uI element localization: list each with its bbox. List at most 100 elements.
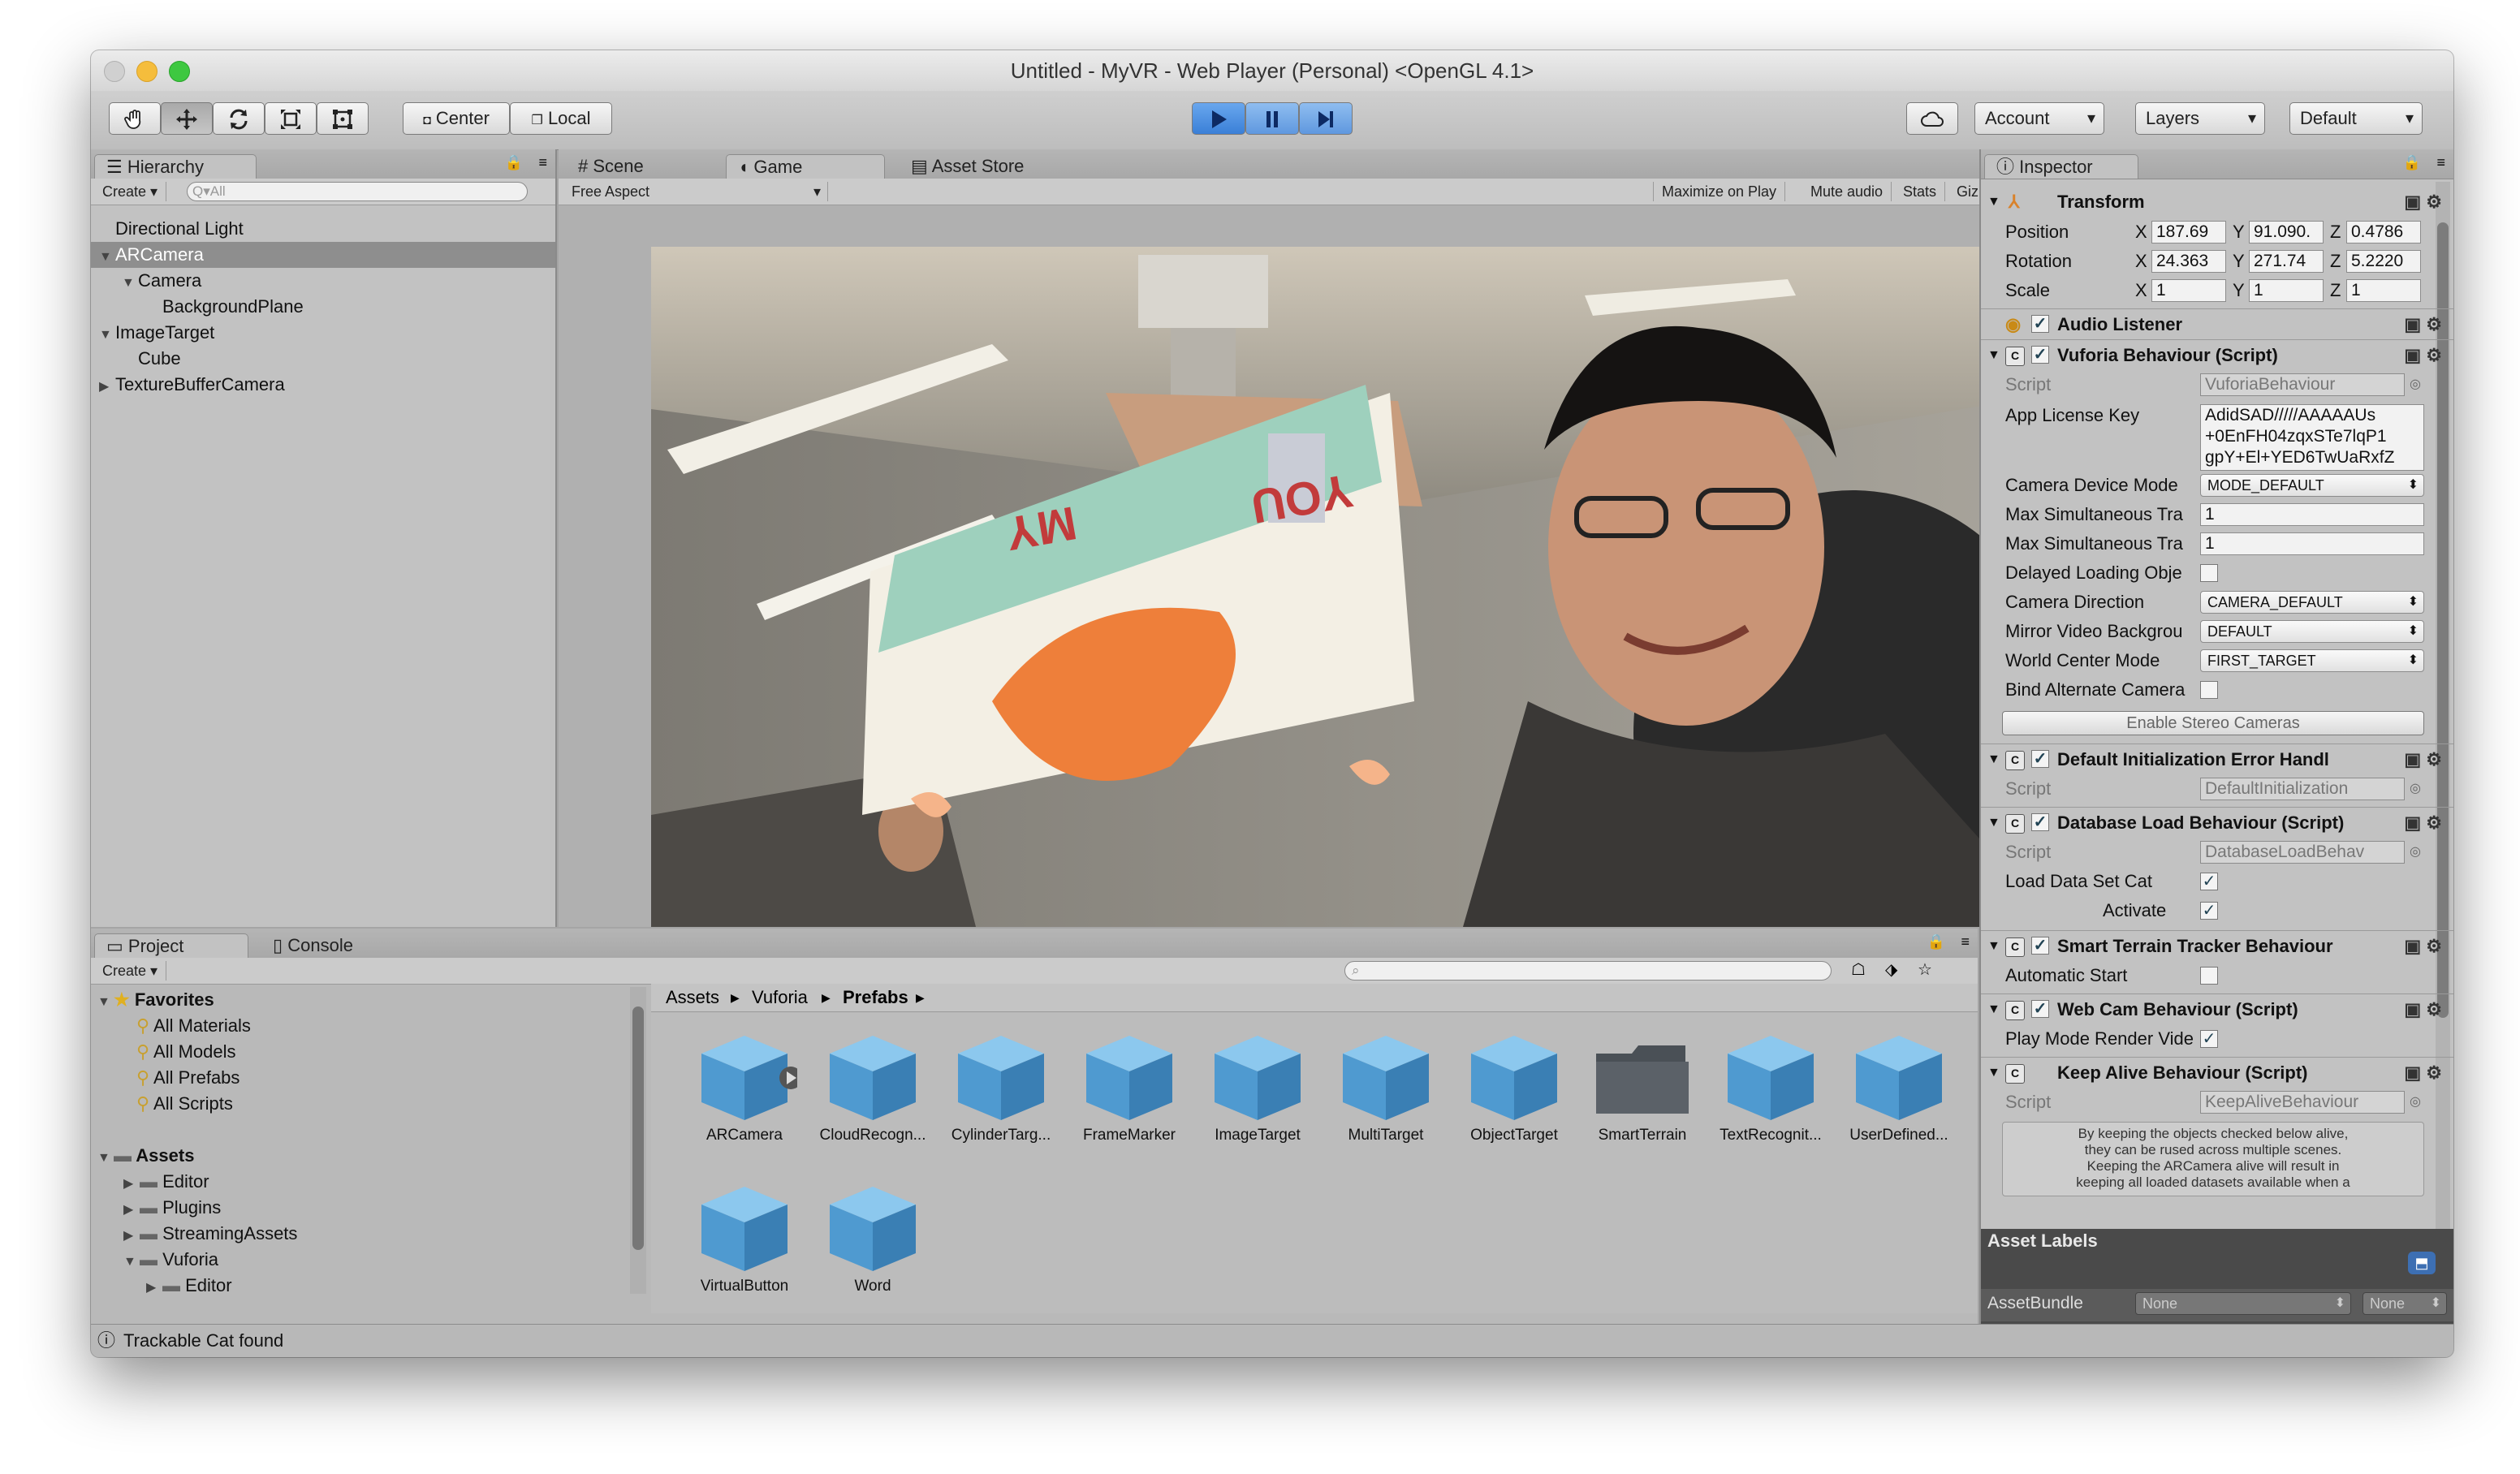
layers-dropdown[interactable]: Layers bbox=[2135, 102, 2265, 135]
bind-alt-camera-checkbox[interactable] bbox=[2200, 681, 2218, 699]
max-sim-trackers-field[interactable]: 1 bbox=[2200, 532, 2424, 555]
smart-terrain-enabled-checkbox[interactable]: ✓ bbox=[2031, 937, 2049, 955]
license-key-textarea[interactable]: AdidSAD/////AAAAAUs +0EnFH04zqxSTe7lqP1 … bbox=[2200, 404, 2424, 471]
camera-device-mode-dropdown[interactable]: MODE_DEFAULT bbox=[2200, 474, 2424, 497]
default-init-script-field[interactable]: DefaultInitialization bbox=[2200, 778, 2405, 800]
panel-menu-icon[interactable]: ≡ bbox=[1961, 933, 1970, 950]
load-dataset-checkbox[interactable]: ✓ bbox=[2200, 873, 2218, 890]
rotation-y-field[interactable]: 271.74 bbox=[2249, 250, 2324, 273]
panel-menu-icon[interactable]: ≡ bbox=[538, 154, 547, 171]
component-settings-icons[interactable]: ▣ ⚙ bbox=[2404, 340, 2442, 371]
prefab-asset[interactable]: UserDefined... bbox=[1838, 1029, 1960, 1144]
hierarchy-item-selected[interactable]: ▼ ARCamera bbox=[91, 242, 555, 268]
aspect-dropdown[interactable]: Free Aspect ▾ bbox=[563, 182, 828, 201]
rotation-z-field[interactable]: 5.2220 bbox=[2346, 250, 2421, 273]
object-picker-icon[interactable]: ◎ bbox=[2410, 1088, 2421, 1117]
foldout-triangle-icon[interactable]: ▼ bbox=[1987, 1058, 2000, 1088]
scale-z-field[interactable]: 1 bbox=[2346, 279, 2421, 302]
object-picker-icon[interactable]: ◎ bbox=[2410, 838, 2421, 867]
tab-inspector[interactable]: ⓘ Inspector bbox=[1984, 154, 2138, 179]
vuforia-script-field[interactable]: VuforiaBehaviour bbox=[2200, 373, 2405, 396]
vuforia-behaviour-header[interactable]: ▼ C ✓ Vuforia Behaviour (Script) ▣ ⚙ bbox=[1981, 339, 2453, 371]
maximize-on-play-toggle[interactable]: Maximize on Play bbox=[1653, 182, 1786, 201]
max-sim-targets-field[interactable]: 1 bbox=[2200, 503, 2424, 526]
prefab-asset[interactable]: CylinderTarg... bbox=[940, 1029, 1062, 1144]
position-x-field[interactable]: 187.69 bbox=[2151, 221, 2226, 244]
tab-hierarchy[interactable]: ☰ Hierarchy bbox=[94, 154, 257, 179]
collapse-triangle-icon[interactable]: ▼ bbox=[99, 322, 115, 348]
component-settings-icons[interactable]: ▣ ⚙ bbox=[2404, 187, 2442, 218]
foldout-triangle-icon[interactable]: ▼ bbox=[1987, 187, 2000, 218]
default-init-enabled-checkbox[interactable]: ✓ bbox=[2031, 750, 2049, 768]
keep-alive-header[interactable]: ▼ C Keep Alive Behaviour (Script) ▣ ⚙ bbox=[1981, 1057, 2453, 1088]
tab-game[interactable]: ◖ Game bbox=[726, 154, 885, 179]
pivot-center-toggle[interactable]: ◘ Center bbox=[403, 102, 510, 135]
move-tool-button[interactable] bbox=[161, 102, 213, 135]
object-picker-icon[interactable]: ◎ bbox=[2410, 774, 2421, 804]
collapse-triangle-icon[interactable]: ▼ bbox=[97, 989, 114, 1015]
game-view-render[interactable]: MY YOU bbox=[651, 247, 2059, 927]
database-load-enabled-checkbox[interactable]: ✓ bbox=[2031, 813, 2049, 831]
hand-tool-button[interactable] bbox=[109, 102, 161, 135]
prefab-asset[interactable]: Word bbox=[812, 1180, 934, 1295]
step-button[interactable] bbox=[1299, 102, 1353, 135]
scale-x-field[interactable]: 1 bbox=[2151, 279, 2226, 302]
collapse-triangle-icon[interactable]: ▼ bbox=[122, 270, 138, 296]
lock-icon[interactable]: 🔒 bbox=[2403, 154, 2421, 171]
foldout-triangle-icon[interactable]: ▼ bbox=[1987, 744, 2000, 775]
rotate-tool-button[interactable] bbox=[213, 102, 265, 135]
rect-tool-button[interactable] bbox=[317, 102, 369, 135]
stats-toggle[interactable]: Stats bbox=[1895, 182, 1946, 201]
tab-console[interactable]: ▯ Console bbox=[261, 933, 416, 958]
project-folder[interactable]: ▶ ▬ Editor bbox=[91, 1169, 628, 1195]
scale-tool-button[interactable] bbox=[265, 102, 317, 135]
camera-direction-dropdown[interactable]: CAMERA_DEFAULT bbox=[2200, 591, 2424, 614]
prefab-asset[interactable]: TextRecognit... bbox=[1710, 1029, 1832, 1144]
vuforia-enabled-checkbox[interactable]: ✓ bbox=[2031, 346, 2049, 364]
audio-listener-header[interactable]: ◉ ✓ Audio Listener ▣ ⚙ bbox=[1981, 308, 2453, 340]
account-dropdown[interactable]: Account bbox=[1974, 102, 2104, 135]
component-settings-icons[interactable]: ▣ ⚙ bbox=[2404, 994, 2442, 1025]
expand-triangle-icon[interactable]: ▶ bbox=[123, 1171, 140, 1197]
component-settings-icons[interactable]: ▣ ⚙ bbox=[2404, 1058, 2442, 1088]
project-folder[interactable]: ▶ ▬ Plugins bbox=[91, 1195, 628, 1221]
expand-triangle-icon[interactable]: ▶ bbox=[123, 1223, 140, 1249]
filter-by-type-icon[interactable]: ☖ bbox=[1851, 959, 1866, 980]
hierarchy-create-button[interactable]: Create ▾ bbox=[94, 182, 167, 201]
hierarchy-item[interactable]: ▼ Camera bbox=[91, 268, 555, 294]
enable-stereo-cameras-button[interactable]: Enable Stereo Cameras bbox=[2002, 711, 2424, 735]
world-center-dropdown[interactable]: FIRST_TARGET bbox=[2200, 649, 2424, 672]
foldout-triangle-icon[interactable]: ▼ bbox=[1987, 808, 2000, 838]
prefab-asset[interactable]: ObjectTarget bbox=[1453, 1029, 1575, 1144]
collapse-triangle-icon[interactable]: ▼ bbox=[97, 1145, 114, 1171]
component-settings-icons[interactable]: ▣ ⚙ bbox=[2404, 744, 2442, 775]
activate-checkbox[interactable]: ✓ bbox=[2200, 902, 2218, 920]
favorite-item[interactable]: ⚲ All Prefabs bbox=[91, 1065, 628, 1091]
breadcrumb-item[interactable]: Vuforia bbox=[752, 984, 808, 1011]
hierarchy-search-input[interactable]: Q▾All bbox=[187, 182, 528, 201]
asset-bundle-variant-dropdown[interactable]: None bbox=[2362, 1292, 2447, 1315]
status-message[interactable]: Trackable Cat found bbox=[123, 1325, 283, 1357]
project-create-button[interactable]: Create ▾ bbox=[94, 961, 167, 981]
expand-triangle-icon[interactable]: ▶ bbox=[146, 1275, 162, 1294]
collapse-triangle-icon[interactable]: ▼ bbox=[123, 1249, 140, 1275]
component-settings-icons[interactable]: ▣ ⚙ bbox=[2404, 808, 2442, 838]
mute-audio-toggle[interactable]: Mute audio bbox=[1802, 182, 1892, 201]
prefab-asset[interactable]: VirtualButton bbox=[684, 1180, 805, 1295]
filter-by-label-icon[interactable]: ⬗ bbox=[1885, 959, 1897, 980]
folder-asset[interactable]: SmartTerrain bbox=[1581, 1029, 1703, 1144]
mirror-video-dropdown[interactable]: DEFAULT bbox=[2200, 620, 2424, 643]
prefab-asset[interactable]: MultiTarget bbox=[1325, 1029, 1447, 1144]
layout-dropdown[interactable]: Default bbox=[2289, 102, 2423, 135]
project-folder[interactable]: ▼ ▬ Vuforia bbox=[91, 1247, 628, 1273]
prefab-asset[interactable]: ImageTarget bbox=[1197, 1029, 1318, 1144]
collapse-triangle-icon[interactable]: ▼ bbox=[99, 244, 115, 270]
keep-alive-script-field[interactable]: KeepAliveBehaviour bbox=[2200, 1091, 2405, 1114]
pivot-local-toggle[interactable]: ❒ Local bbox=[510, 102, 612, 135]
prefab-asset[interactable]: ARCamera bbox=[684, 1029, 805, 1144]
position-y-field[interactable]: 91.090. bbox=[2249, 221, 2324, 244]
web-cam-header[interactable]: ▼ C ✓ Web Cam Behaviour (Script) ▣ ⚙ bbox=[1981, 993, 2453, 1025]
favorite-item[interactable]: ⚲ All Scripts bbox=[91, 1091, 628, 1117]
hierarchy-item[interactable]: Directional Light bbox=[91, 216, 555, 242]
project-folder[interactable]: ▶ ▬ StreamingAssets bbox=[91, 1221, 628, 1247]
